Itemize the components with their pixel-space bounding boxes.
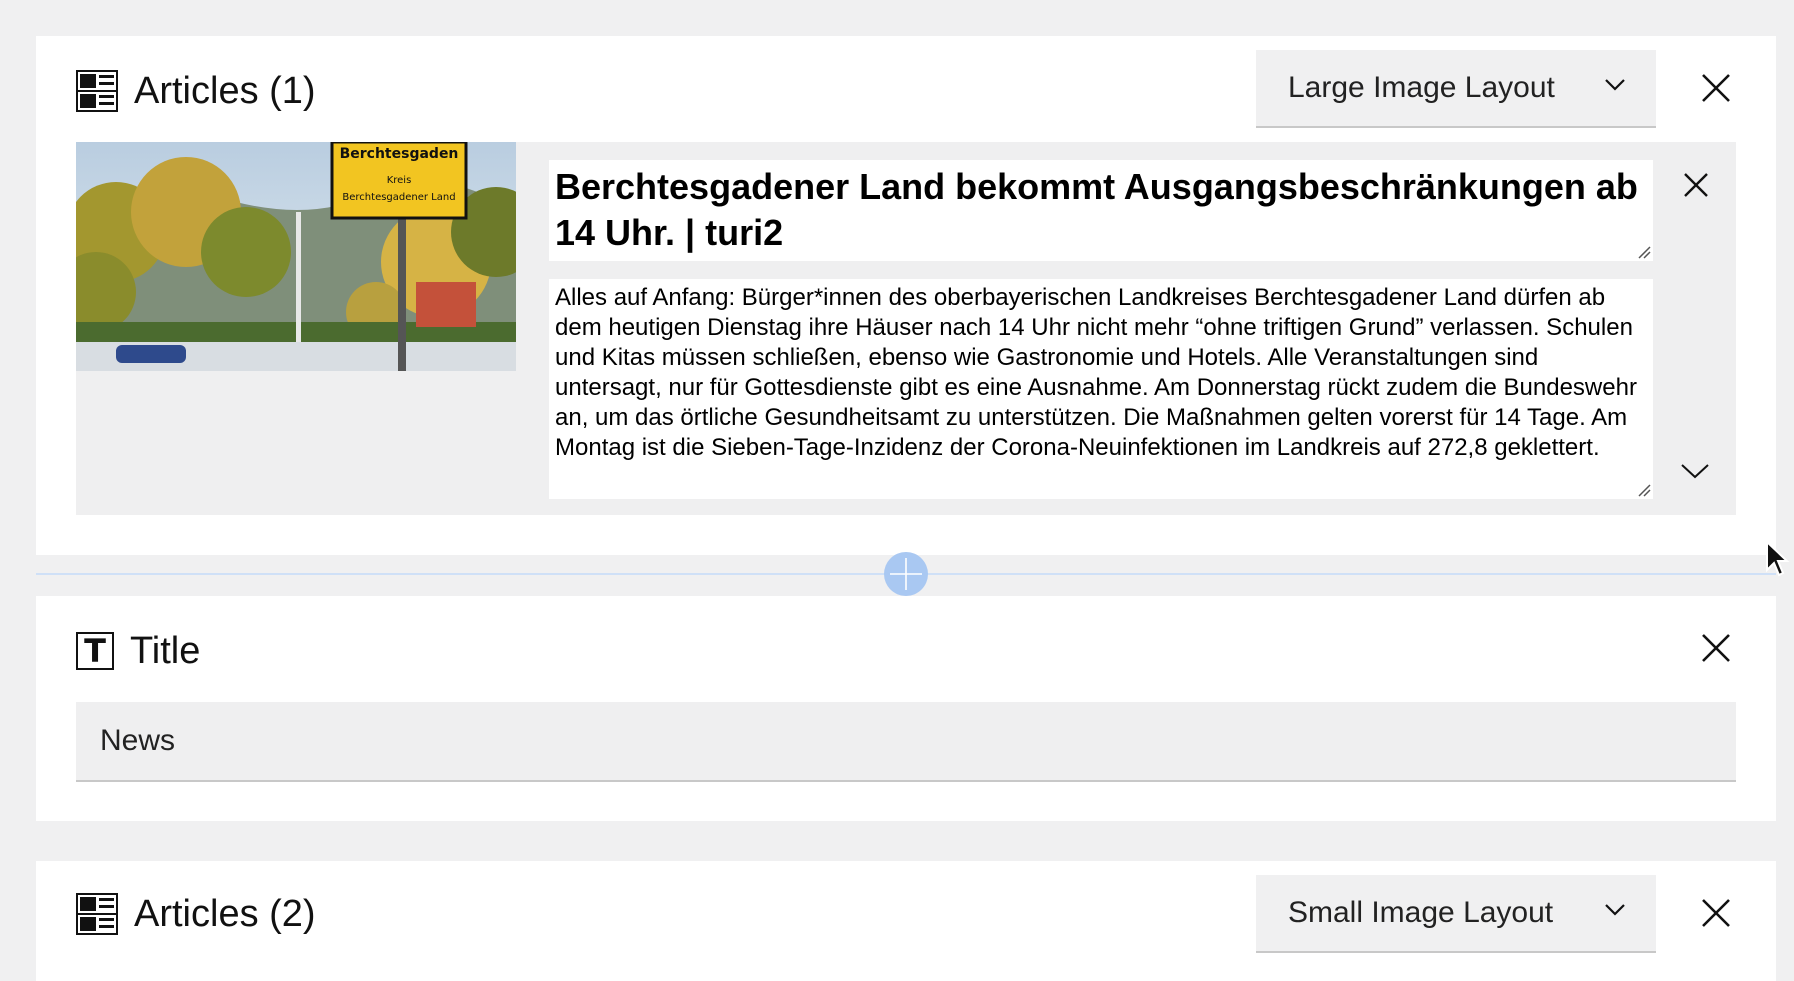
block-header: Articles (1) (76, 66, 316, 116)
title-input-value: News (100, 724, 176, 757)
article-body: Alles auf Anfang: Bürger*innen des oberb… (555, 284, 1637, 461)
article-headline-field[interactable]: Berchtesgadener Land bekommt Ausgangsbes… (549, 160, 1653, 261)
sign-line-1: Berchtesgaden (340, 146, 459, 162)
block-title: Title (130, 630, 201, 672)
articles-block-2: Articles (2) Small Image Layout (36, 861, 1776, 981)
title-icon-letter: T (84, 632, 106, 670)
block-title: Articles (1) (134, 70, 316, 112)
article-image: Berchtesgaden Kreis Berchtesgadener Land (76, 142, 516, 371)
block-title: Articles (2) (134, 893, 316, 935)
chevron-down-icon (1605, 79, 1625, 91)
resize-grip-icon[interactable] (1637, 483, 1651, 497)
layout-select[interactable]: Small Image Layout (1256, 875, 1656, 953)
title-input[interactable]: News (76, 702, 1736, 782)
mouse-cursor-icon (1766, 540, 1790, 577)
sign-line-3: Berchtesgadener Land (342, 192, 455, 203)
title-icon: T (76, 632, 114, 670)
chevron-down-icon (1605, 904, 1625, 916)
articles-block-1: Articles (1) Large Image Layout Berchtes… (36, 36, 1776, 555)
close-icon[interactable] (1700, 72, 1732, 104)
close-icon[interactable] (1683, 172, 1709, 198)
block-header: Articles (2) (76, 889, 316, 939)
layout-select-value: Large Image Layout (1288, 71, 1555, 104)
close-icon[interactable] (1700, 897, 1732, 929)
block-header: T Title (76, 626, 200, 676)
add-block-button[interactable] (884, 552, 928, 596)
layout-select-value: Small Image Layout (1288, 896, 1554, 929)
plus-icon (890, 558, 922, 590)
sign-line-2: Kreis (387, 175, 412, 186)
chevron-down-icon[interactable] (1680, 462, 1710, 480)
article-item: Berchtesgaden Kreis Berchtesgadener Land… (76, 142, 1736, 515)
article-headline: Berchtesgadener Land bekommt Ausgangsbes… (555, 166, 1638, 253)
title-block: T Title News (36, 596, 1776, 821)
articles-icon (76, 893, 118, 935)
close-icon[interactable] (1700, 632, 1732, 664)
articles-icon (76, 70, 118, 112)
layout-select[interactable]: Large Image Layout (1256, 50, 1656, 128)
article-photo: Berchtesgaden Kreis Berchtesgadener Land (76, 142, 516, 371)
resize-grip-icon[interactable] (1637, 245, 1651, 259)
article-body-field[interactable]: Alles auf Anfang: Bürger*innen des oberb… (549, 279, 1653, 499)
